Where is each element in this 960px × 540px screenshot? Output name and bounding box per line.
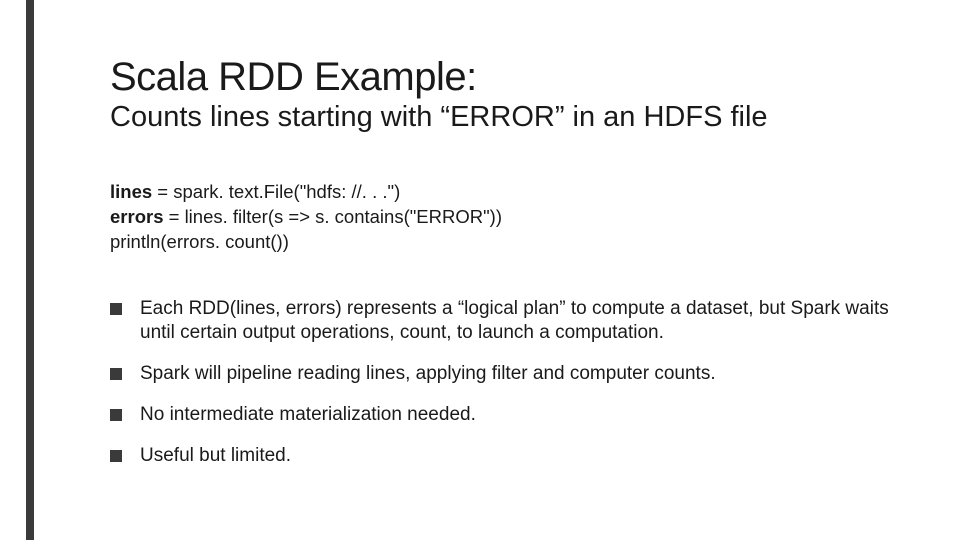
code-line-1: lines = spark. text.File("hdfs: //. . ."…	[110, 180, 902, 205]
square-bullet-icon	[110, 450, 122, 462]
bullet-text: Spark will pipeline reading lines, apply…	[140, 362, 716, 387]
list-item: Spark will pipeline reading lines, apply…	[110, 362, 902, 387]
list-item: Useful but limited.	[110, 444, 902, 469]
bullet-text: No intermediate materialization needed.	[140, 403, 476, 428]
slide-accent-bar	[26, 0, 34, 540]
list-item: Each RDD(lines, errors) represents a “lo…	[110, 297, 902, 346]
square-bullet-icon	[110, 303, 122, 315]
code-var-errors: errors	[110, 206, 163, 227]
code-line-2: errors = lines. filter(s => s. contains(…	[110, 205, 902, 230]
slide-content: Scala RDD Example: Counts lines starting…	[110, 56, 902, 484]
list-item: No intermediate materialization needed.	[110, 403, 902, 428]
code-line-3: println(errors. count())	[110, 230, 902, 255]
code-line-2-rest: = lines. filter(s => s. contains("ERROR"…	[163, 206, 502, 227]
slide-subtitle: Counts lines starting with “ERROR” in an…	[110, 102, 902, 134]
code-line-1-rest: = spark. text.File("hdfs: //. . .")	[152, 181, 400, 202]
bullet-list: Each RDD(lines, errors) represents a “lo…	[110, 297, 902, 468]
bullet-text: Each RDD(lines, errors) represents a “lo…	[140, 297, 902, 346]
square-bullet-icon	[110, 409, 122, 421]
square-bullet-icon	[110, 368, 122, 380]
bullet-text: Useful but limited.	[140, 444, 291, 469]
slide-title: Scala RDD Example:	[110, 56, 902, 98]
code-block: lines = spark. text.File("hdfs: //. . ."…	[110, 180, 902, 255]
code-var-lines: lines	[110, 181, 152, 202]
